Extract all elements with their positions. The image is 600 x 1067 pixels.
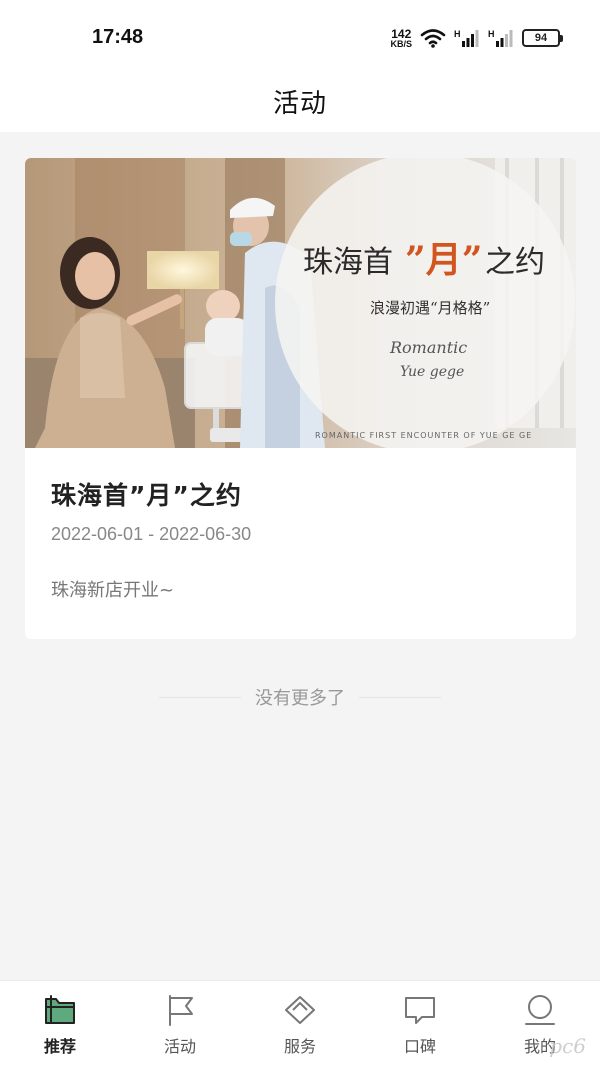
activity-card[interactable]: 珠海首 ”月” 之约 浪漫初遇“月格格” Romantic Yue gege R…	[25, 158, 576, 639]
banner-signature: Romantic	[389, 338, 467, 357]
svg-text:H: H	[488, 29, 495, 39]
banner-headline-prefix: 珠海首	[303, 245, 393, 280]
page-title: 活动	[272, 88, 327, 119]
cell-signal-icon: H	[454, 29, 479, 47]
svg-text:H: H	[454, 29, 461, 39]
folder-icon	[45, 995, 75, 1024]
nav-item-service[interactable]: 服务	[240, 981, 360, 1067]
no-more-indicator: 没有更多了	[0, 684, 600, 710]
banner-subtitle: 浪漫初遇“月格格”	[370, 299, 490, 317]
wifi-icon	[420, 29, 446, 48]
nav-item-recommend[interactable]: 推荐	[0, 981, 120, 1067]
chat-bubble-icon	[405, 997, 435, 1024]
nav-item-activity[interactable]: 活动	[120, 981, 240, 1067]
nav-label-recommend: 推荐	[43, 1037, 76, 1056]
banner-headline-suffix: 之约	[485, 245, 545, 280]
nav-label-reviews: 口碑	[403, 1037, 436, 1056]
network-speed-value: 142	[391, 26, 412, 41]
network-speed-unit: KB/S	[390, 38, 412, 49]
banner-english-line: ROMANTIC FIRST ENCOUNTER OF YUE GE GE	[315, 431, 532, 440]
cell-signal-icon-2: H	[488, 29, 513, 47]
banner-signature-sub: Yue gege	[400, 364, 464, 380]
divider-left	[159, 696, 241, 698]
no-more-text: 没有更多了	[255, 688, 345, 709]
flag-icon	[169, 995, 193, 1026]
nav-label-activity: 活动	[163, 1037, 196, 1056]
nav-label-service: 服务	[283, 1037, 316, 1056]
bottom-navigation: 推荐 活动 服务 口碑 我的	[0, 980, 600, 1067]
network-speed: 142 KB/S	[390, 28, 412, 49]
watermark-logo: pc6	[549, 1034, 586, 1058]
banner-headline-accent: ”月”	[405, 239, 482, 281]
activity-title: 珠海首”月”之约	[51, 481, 242, 510]
nav-item-reviews[interactable]: 口碑	[360, 981, 480, 1067]
diamond-icon	[285, 996, 315, 1024]
battery-icon: 94	[522, 29, 563, 47]
person-icon	[525, 995, 555, 1025]
status-icons: 142 KB/S H H 94	[390, 26, 563, 50]
divider-right	[359, 696, 441, 698]
page-header: 活动	[0, 70, 600, 132]
activity-date-range: 2022-06-01 - 2022-06-30	[51, 524, 252, 544]
status-time: 17:48	[92, 26, 144, 48]
activity-banner-image[interactable]: 珠海首 ”月” 之约 浪漫初遇“月格格” Romantic Yue gege R…	[25, 158, 576, 448]
status-bar: 17:48 142 KB/S H H 94	[0, 0, 600, 70]
battery-level: 94	[534, 32, 548, 44]
activity-description: 珠海新店开业~	[51, 580, 175, 601]
banner-photo: 珠海首 ”月” 之约 浪漫初遇“月格格” Romantic Yue gege R…	[25, 158, 576, 448]
